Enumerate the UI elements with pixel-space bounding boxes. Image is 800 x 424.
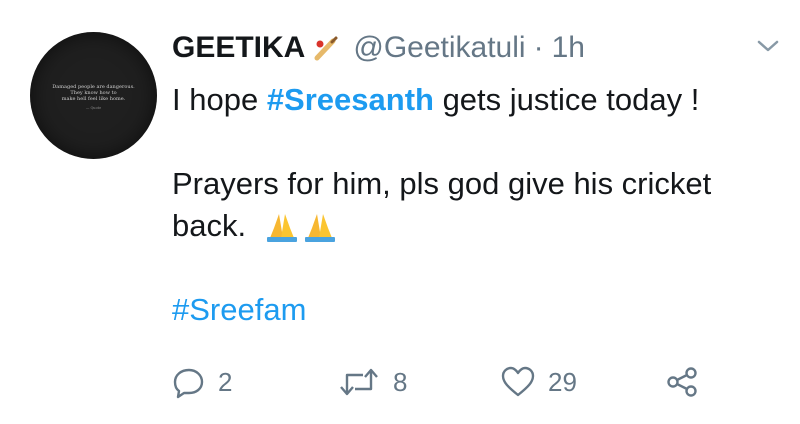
like-count: 29 <box>548 366 577 397</box>
avatar-text-line: make hell feel like home. <box>61 96 126 103</box>
hashtag-link[interactable]: #Sreefam <box>172 289 782 331</box>
timestamp[interactable]: 1h <box>552 31 585 65</box>
tweet-text: I hope #Sreesanth gets justice today ! P… <box>172 79 782 331</box>
tweet-line: I hope #Sreesanth gets justice today ! <box>172 79 782 121</box>
tweet-text-segment: gets justice today ! <box>433 82 700 117</box>
chevron-down-icon[interactable] <box>755 36 781 56</box>
avatar-quote: Damaged people are dangerous. They know … <box>38 84 149 111</box>
tweet-line: Prayers for him, pls god give his cricke… <box>172 166 712 201</box>
line-break <box>172 247 782 289</box>
action-bar: 2 8 29 <box>172 362 732 402</box>
retweet-count: 8 <box>393 366 408 397</box>
reply-count: 2 <box>218 366 233 397</box>
tweet-line: back. <box>172 205 782 247</box>
retweet-icon <box>340 368 378 396</box>
heart-icon <box>501 366 535 397</box>
tweet-text-segment: back. <box>172 208 247 243</box>
user-handle[interactable]: @Geetikatuli <box>353 31 525 65</box>
tweet-card[interactable]: Damaged people are dangerous. They know … <box>0 0 800 424</box>
reply-button[interactable]: 2 <box>172 362 232 402</box>
hashtag-link[interactable]: #Sreesanth <box>267 82 434 117</box>
reply-icon <box>173 368 204 399</box>
share-button[interactable] <box>664 362 700 402</box>
cricket-bat-icon <box>314 36 338 61</box>
like-button[interactable]: 29 <box>500 362 577 402</box>
retweet-button[interactable]: 8 <box>337 362 407 402</box>
separator-dot: · <box>533 31 544 64</box>
avatar-signature: — Quote <box>85 105 102 110</box>
avatar[interactable]: Damaged people are dangerous. They know … <box>30 32 157 159</box>
share-icon <box>667 367 697 397</box>
line-break <box>172 121 782 163</box>
display-name[interactable]: GEETIKA <box>172 31 305 65</box>
tweet-text-segment: I hope <box>172 82 267 117</box>
tweet-header: GEETIKA @Geetikatuli · 1h <box>172 24 585 72</box>
folded-hands-icon <box>266 214 335 242</box>
